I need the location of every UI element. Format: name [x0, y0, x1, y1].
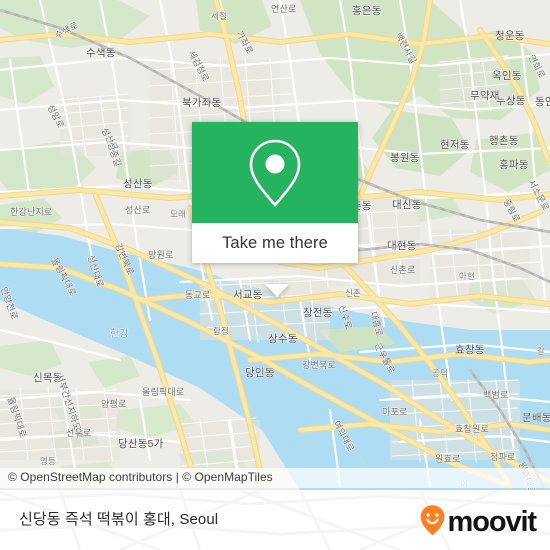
attribution-text: © OpenStreetMap contributors | © OpenMap… [8, 470, 273, 484]
take-me-there-label: Take me there [222, 233, 328, 252]
footer-content: 신당동 즉석 떡볶이 홍대, Seoul moovit [0, 490, 550, 550]
callout-pin-panel [192, 122, 358, 223]
place-title: 신당동 즉석 떡볶이 홍대, Seoul [19, 511, 219, 528]
moovit-logo[interactable]: moovit [419, 504, 538, 541]
take-me-there-callout[interactable]: Take me there [192, 122, 358, 297]
footer-bar: 신당동 즉석 떡볶이 홍대, Seoul moovit [0, 490, 550, 550]
moovit-pin-icon [419, 504, 446, 541]
moovit-wordmark: moovit [447, 506, 538, 538]
map-screenshot-root: .mw{stroke:#ffffff;fill:none;stroke-line… [0, 0, 550, 550]
take-me-there-button[interactable]: Take me there [192, 223, 358, 263]
location-pin-icon [246, 138, 304, 208]
map-canvas[interactable]: .mw{stroke:#ffffff;fill:none;stroke-line… [0, 0, 550, 490]
callout-pointer-tail [265, 284, 289, 297]
